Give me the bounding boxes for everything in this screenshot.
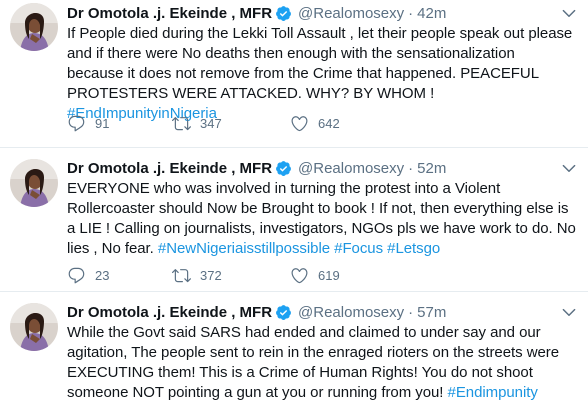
tweet[interactable]: Dr Omotola .j. Ekeinde , MFR @Realomosex… (0, 0, 588, 148)
like-icon (291, 116, 308, 132)
author-handle[interactable]: @Realomosexy (298, 5, 404, 22)
like-button[interactable]: 619 (290, 266, 390, 285)
tweet[interactable]: Dr Omotola .j. Ekeinde , MFR @Realomosex… (0, 292, 588, 406)
tweet-text-line: While the Govt said SARS had ended and c… (67, 324, 541, 341)
author-name[interactable]: Dr Omotola .j. Ekeinde , MFR (67, 5, 272, 22)
retweet-icon (172, 269, 191, 283)
tweet-text-line: because it does not remove from the Crim… (67, 65, 539, 82)
tweet-text: If People died during the Lekki Toll Ass… (67, 24, 578, 124)
tweet-actions: 23 372 619 (67, 266, 390, 285)
tweet[interactable]: Dr Omotola .j. Ekeinde , MFR @Realomosex… (0, 148, 588, 292)
chevron-down-icon[interactable] (560, 303, 578, 321)
author-name[interactable]: Dr Omotola .j. Ekeinde , MFR (67, 160, 272, 177)
tweet-text-line: agitation, The people sent to rein in th… (67, 344, 560, 361)
tweet-text: EVERYONE who was involved in turning the… (67, 179, 578, 259)
tweet-text-segment: someone NOT pointing a gun at you or run… (67, 384, 448, 401)
reply-count: 23 (95, 268, 110, 283)
avatar[interactable] (10, 303, 58, 351)
tweet-text-line: EXECUTING them! This is a Crime of Human… (67, 364, 533, 381)
author-handle[interactable]: @Realomosexy (298, 304, 404, 321)
chevron-down-icon[interactable] (560, 159, 578, 177)
hashtag-link[interactable]: #Focus (334, 240, 383, 257)
tweet-header: Dr Omotola .j. Ekeinde , MFR @Realomosex… (67, 302, 578, 323)
author-name[interactable]: Dr Omotola .j. Ekeinde , MFR (67, 304, 272, 321)
like-icon (291, 268, 308, 284)
tweet-header: Dr Omotola .j. Ekeinde , MFR @Realomosex… (67, 158, 578, 179)
like-button[interactable]: 642 (290, 114, 390, 133)
tweet-text-line: a LIE ! Calling on journalists, investig… (67, 220, 576, 237)
timestamp[interactable]: 42m (417, 5, 446, 22)
tweet-text-line: Rollercoaster should Now be Brought to b… (67, 200, 569, 217)
tweet-actions: 91 347 642 (67, 114, 390, 133)
timestamp[interactable]: 57m (417, 304, 446, 321)
avatar[interactable] (10, 3, 58, 51)
timestamp[interactable]: 52m (417, 160, 446, 177)
like-count: 619 (318, 268, 340, 283)
separator-dot: · (408, 160, 414, 177)
reply-button[interactable]: 23 (67, 266, 172, 285)
verified-badge-icon (276, 161, 291, 176)
tweet-text-line: If People died during the Lekki Toll Ass… (67, 25, 573, 42)
retweet-button[interactable]: 347 (172, 114, 290, 133)
reply-button[interactable]: 91 (67, 114, 172, 133)
hashtag-link[interactable]: #NewNigeriaisstillpossible (158, 240, 330, 257)
tweet-header: Dr Omotola .j. Ekeinde , MFR @Realomosex… (67, 3, 578, 24)
tweet-text-segment: lies , No fear. (67, 240, 158, 257)
tweet-text-line: and if there were No deaths then enough … (67, 45, 515, 62)
tweet-text-line: lies , No fear. #NewNigeriaisstillpossib… (67, 239, 578, 259)
chevron-down-icon[interactable] (560, 4, 578, 22)
avatar[interactable] (10, 159, 58, 207)
tweet-text-line: someone NOT pointing a gun at you or run… (67, 383, 578, 403)
separator-dot: · (408, 304, 414, 321)
tweet-feed: Dr Omotola .j. Ekeinde , MFR @Realomosex… (0, 0, 588, 406)
tweet-text-line: EVERYONE who was involved in turning the… (67, 180, 501, 197)
reply-count: 91 (95, 116, 110, 131)
reply-icon (68, 115, 85, 132)
like-count: 642 (318, 116, 340, 131)
hashtag-link[interactable]: #Endimpunity (448, 384, 538, 401)
verified-badge-icon (276, 305, 291, 320)
retweet-count: 347 (200, 116, 222, 131)
reply-icon (68, 267, 85, 284)
retweet-count: 372 (200, 268, 222, 283)
author-handle[interactable]: @Realomosexy (298, 160, 404, 177)
separator-dot: · (408, 5, 414, 22)
retweet-icon (172, 117, 191, 131)
tweet-text-segment: PROTESTERS WERE ATTACKED. WHY? BY WHOM ! (67, 85, 435, 102)
retweet-button[interactable]: 372 (172, 266, 290, 285)
verified-badge-icon (276, 6, 291, 21)
hashtag-link[interactable]: #Letsgo (387, 240, 440, 257)
tweet-text: While the Govt said SARS had ended and c… (67, 323, 578, 403)
